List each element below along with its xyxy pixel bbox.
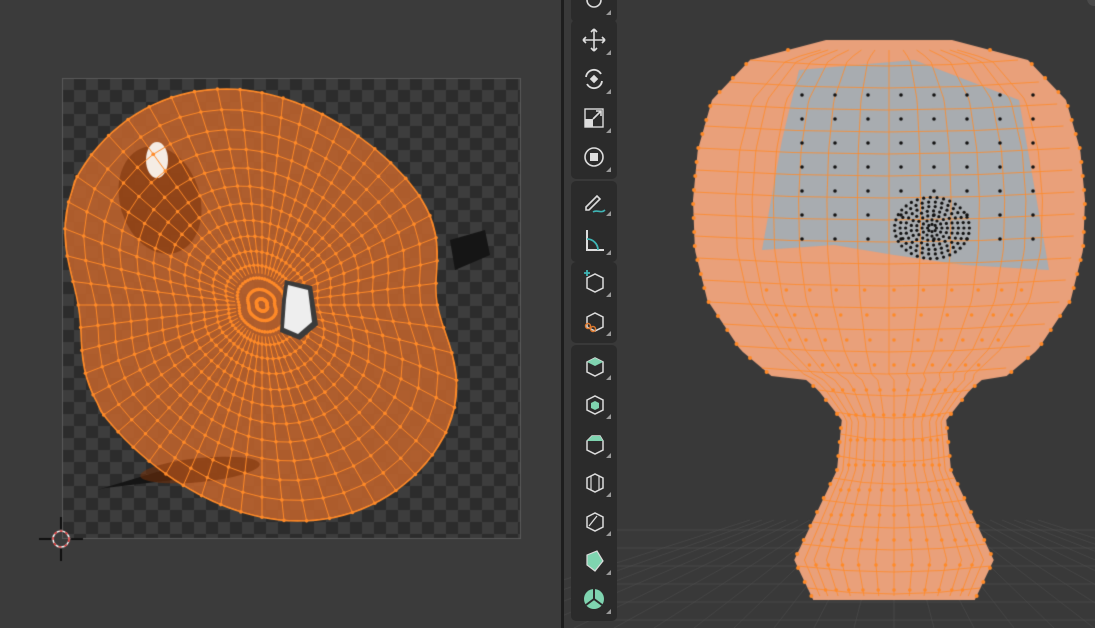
tool-select-box-button[interactable]: Select Box [574, 0, 614, 18]
tool-options-corner [606, 570, 611, 575]
tool-group-1: Select Box [571, 0, 617, 22]
tool-knife-button[interactable]: Knife [574, 503, 614, 539]
tool-extrude-region-button[interactable]: Extrude Region [574, 347, 614, 383]
poly-build-icon [586, 550, 604, 572]
tool-group-4: Add CubeKnife Cut [571, 262, 617, 343]
tool-options-corner [606, 89, 611, 94]
tool-options-corner [606, 414, 611, 419]
tool-poly-build-button[interactable]: Poly Build [574, 542, 614, 578]
tool-options-corner [606, 167, 611, 172]
scale-icon [584, 108, 604, 128]
spin-icon [584, 589, 604, 609]
tool-options-corner [606, 50, 611, 55]
tool-options-corner [606, 211, 611, 216]
bevel-icon [586, 435, 604, 455]
extrude-icon [586, 357, 604, 377]
add-cube-icon [584, 270, 604, 293]
tool-inset-faces-button[interactable]: Inset Faces [574, 386, 614, 422]
rotate-icon [585, 68, 603, 90]
annotate-icon [585, 194, 606, 213]
tool-options-corner [606, 492, 611, 497]
uv-editor-area[interactable] [0, 0, 561, 628]
3d-viewport[interactable]: Select BoxMoveRotateScaleTransformAnnota… [564, 0, 1095, 628]
move-icon [582, 28, 606, 52]
tool-annotate-button[interactable]: Annotate [574, 183, 614, 219]
knife-icon [584, 312, 604, 333]
tool-options-corner [606, 250, 611, 255]
tool-options-corner [606, 128, 611, 133]
tool-bevel-button[interactable]: Bevel [574, 425, 614, 461]
uv-island-canvas[interactable] [0, 0, 561, 628]
tool-measure-button[interactable]: Measure [574, 222, 614, 258]
tool-options-corner [606, 609, 611, 614]
viewport-mesh-canvas[interactable] [564, 0, 1095, 628]
tool-options-corner [606, 375, 611, 380]
measure-icon [586, 230, 604, 251]
tool-options-corner [606, 531, 611, 536]
tool-transform-button[interactable]: Transform [574, 139, 614, 175]
loop-cut-icon [586, 473, 604, 493]
tool-add-cube-button[interactable]: Add Cube [574, 264, 614, 300]
knife-tool-icon [586, 512, 604, 532]
tool-rotate-button[interactable]: Rotate [574, 61, 614, 97]
tool-options-corner [606, 292, 611, 297]
tool-spin-button[interactable]: Spin [574, 581, 614, 617]
tool-options-corner [606, 10, 611, 15]
tool-loop-cut-button[interactable]: Loop Cut [574, 464, 614, 500]
tool-knife-cut-button[interactable]: Knife Cut [574, 303, 614, 339]
tool-options-corner [606, 331, 611, 336]
tool-group-2: MoveRotateScaleTransform [571, 20, 617, 179]
tool-group-5: Extrude RegionInset FacesBevelLoop CutKn… [571, 345, 617, 621]
select-icon [586, 0, 602, 8]
tool-shelf: Select BoxMoveRotateScaleTransformAnnota… [571, 0, 617, 628]
tool-options-corner [606, 453, 611, 458]
tool-scale-button[interactable]: Scale [574, 100, 614, 136]
inset-icon [586, 395, 604, 415]
tool-group-3: AnnotateMeasure [571, 181, 617, 262]
tool-move-button[interactable]: Move [574, 22, 614, 58]
transform-icon [584, 147, 604, 167]
